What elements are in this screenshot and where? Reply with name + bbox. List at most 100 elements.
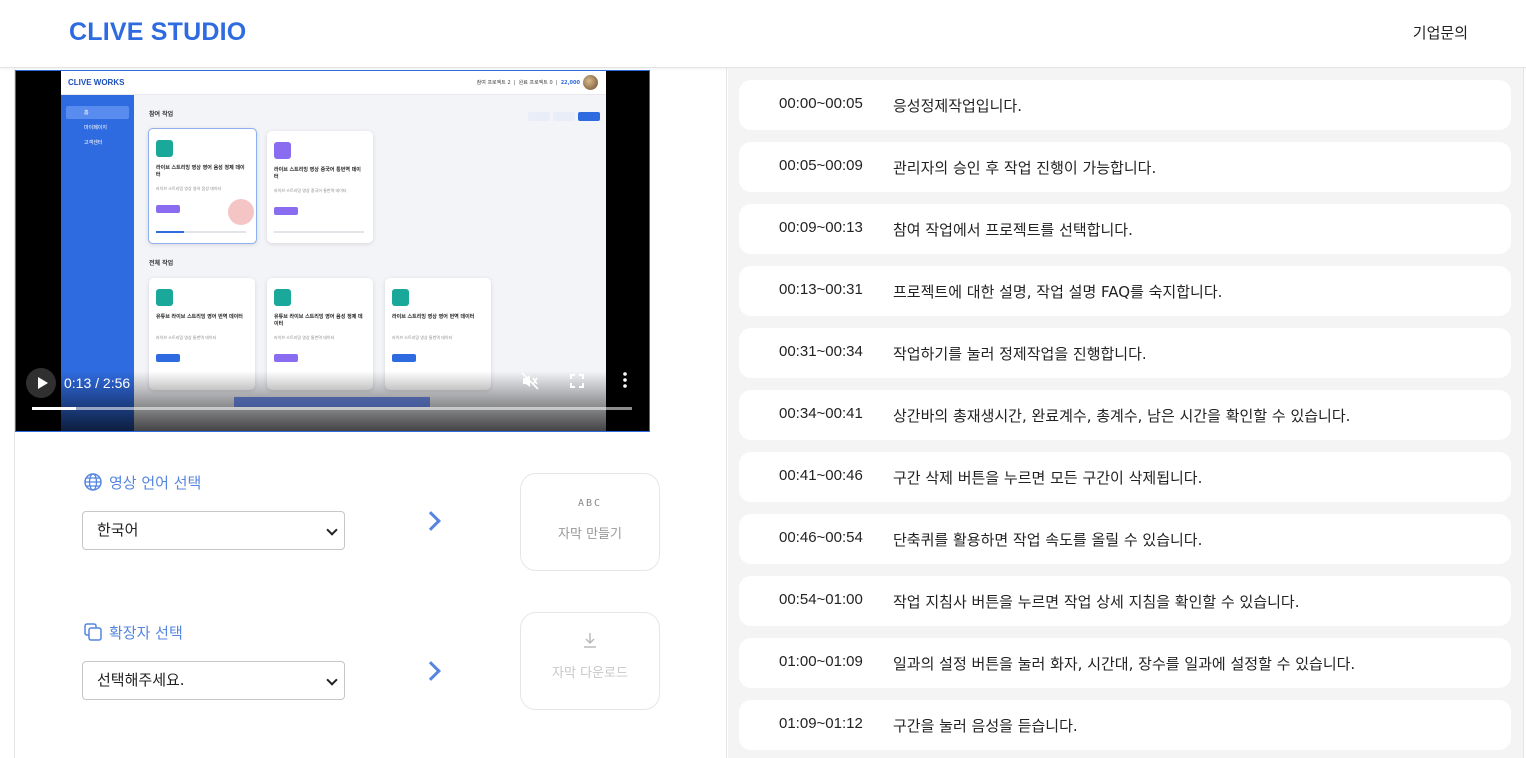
frame-avatar [583, 75, 598, 90]
frame-card-icon [274, 142, 291, 159]
subtitle-row[interactable]: 00:46~00:54 단축퀴를 활용하면 작업 속도를 올릴 수 있습니다. [739, 514, 1511, 564]
chevron-down-icon [326, 674, 338, 686]
subtitle-text: 프로젝트에 대한 설명, 작업 설명 FAQ를 숙지합니다. [893, 283, 1223, 301]
cursor-highlight [228, 199, 254, 225]
play-button[interactable] [26, 368, 56, 398]
frame-joined-count: 참여 프로젝트 2 [476, 80, 511, 86]
frame-sidebar-item: 마이페이지 [84, 125, 108, 131]
extension-select[interactable]: 선택해주세요. [82, 661, 345, 700]
subtitle-text: 관리자의 승인 후 작업 진행이 가능합니다. [893, 159, 1157, 177]
frame-card-title: 유튜브 라이브 스트리밍 영어 번역 데이터 [156, 314, 243, 320]
frame-topbar: CLIVE WORKS 참여 프로젝트 2 | 완료 프로젝트 0 | 22,0… [61, 71, 606, 95]
subtitle-text: 구간 삭제 버튼을 누르면 모든 구간이 삭제됩니다. [893, 469, 1203, 487]
extension-select-label: 확장자 선택 [83, 622, 183, 643]
subtitle-time: 00:13~00:31 [779, 281, 863, 298]
subtitle-text: 작업 지침사 버튼을 누르면 작업 상세 지침을 확인할 수 있습니다. [893, 593, 1300, 611]
brand-logo[interactable]: CLIVE STUDIO [69, 18, 246, 47]
frame-toolbar [525, 106, 600, 125]
globe-icon [84, 473, 102, 491]
subtitle-row[interactable]: 00:05~00:09 관리자의 승인 후 작업 진행이 가능합니다. [739, 142, 1511, 192]
frame-card-badge [156, 354, 180, 362]
chevron-down-icon [326, 524, 338, 536]
frame-card-desc: 라이브 스트리밍 영상 영어 음성 데이터 [156, 186, 222, 191]
subtitle-row[interactable]: 00:00~00:05 응성정제작업입니다. [739, 80, 1511, 130]
subtitle-row[interactable]: 01:09~01:12 구간을 눌러 음성을 듣습니다. [739, 700, 1511, 750]
language-label-text: 영상 언어 선택 [109, 474, 202, 492]
enterprise-inquiry-link[interactable]: 기업문의 [1413, 22, 1468, 43]
frame-card-icon [392, 289, 409, 306]
subtitle-row[interactable]: 00:41~00:46 구간 삭제 버튼을 누르면 모든 구간이 삭제됩니다. [739, 452, 1511, 502]
download-subtitles-label: 자막 다운로드 [552, 666, 628, 681]
language-select[interactable]: 한국어 [82, 511, 345, 550]
frame-card-badge [392, 354, 416, 362]
subtitle-text: 응성정제작업입니다. [893, 97, 1022, 115]
frame-credits: 22,000 [560, 80, 580, 86]
frame-card-badge [156, 205, 180, 213]
subtitle-text: 구간을 눌러 음성을 듣습니다. [893, 717, 1078, 735]
language-select-label: 영상 언어 선택 [83, 472, 201, 493]
subtitle-time: 00:05~00:09 [779, 157, 863, 174]
make-subtitles-label: 자막 만들기 [558, 527, 622, 542]
video-time: 0:13 / 2:56 [64, 375, 131, 391]
video-player[interactable]: CLIVE WORKS 참여 프로젝트 2 | 완료 프로젝트 0 | 22,0… [15, 70, 650, 432]
frame-card-badge [274, 354, 298, 362]
subtitle-time: 00:34~00:41 [779, 405, 863, 422]
frame-app-logo: CLIVE WORKS [68, 78, 125, 87]
frame-card-progress [156, 231, 246, 233]
frame-card-desc: 라이브 스트리밍 영상 통번역 데이터 [274, 335, 335, 340]
frame-card-desc: 라이브 스트리밍 영상 통번역 데이터 [156, 335, 217, 340]
frame-sidebar-item: 고객센터 [84, 140, 103, 146]
frame-sidebar-item: 홈 [66, 106, 129, 119]
download-icon [584, 633, 596, 648]
frame-project-card: 라이브 스트리밍 영상 중국어 통번역 데이터 라이브 스트리밍 영상 중국어 … [267, 131, 373, 243]
subtitle-row[interactable]: 00:31~00:34 작업하기를 눌러 정제작업을 진행합니다. [739, 328, 1511, 378]
mute-icon[interactable] [519, 372, 541, 394]
frame-card-badge [274, 207, 298, 215]
video-controls: 0:13 / 2:56 [16, 365, 649, 431]
frame-card-icon [156, 289, 173, 306]
subtitle-row[interactable]: 00:09~00:13 참여 작업에서 프로젝트를 선택합니다. [739, 204, 1511, 254]
extension-label-text: 확장자 선택 [109, 624, 183, 642]
top-header: CLIVE STUDIO 기업문의 [0, 0, 1526, 68]
subtitle-time: 00:09~00:13 [779, 219, 863, 236]
frame-done-count: 완료 프로젝트 0 [518, 80, 553, 86]
subtitle-row[interactable]: 01:00~01:09 일과의 설정 버튼을 눌러 화자, 시간대, 장수를 일과… [739, 638, 1511, 688]
fullscreen-icon[interactable] [566, 372, 588, 394]
subtitle-row[interactable]: 00:54~01:00 작업 지침사 버튼을 누르면 작업 상세 지침을 확인할 … [739, 576, 1511, 626]
frame-card-title: 유튜브 라이브 스트리밍 영어 음성 정제 데이터 [274, 314, 363, 327]
subtitle-time: 01:09~01:12 [779, 715, 863, 732]
frame-project-card: 라이브 스트리밍 영상 영어 음성 정제 데이터 라이브 스트리밍 영상 영어 … [148, 128, 257, 244]
make-subtitles-button[interactable]: ABC 자막 만들기 [520, 473, 660, 571]
subtitle-row[interactable]: 00:13~00:31 프로젝트에 대한 설명, 작업 설명 FAQ를 숙지합니다… [739, 266, 1511, 316]
frame-card-desc: 라이브 스트리밍 영상 중국어 통번역 데이터 [274, 188, 347, 193]
subtitle-text: 작업하기를 눌러 정제작업을 진행합니다. [893, 345, 1147, 363]
frame-card-title: 라이브 스트리밍 영상 영어 음성 정제 데이터 [156, 165, 245, 178]
subtitle-time: 01:00~01:09 [779, 653, 863, 670]
abc-icon: ABC [577, 498, 603, 509]
subtitle-row[interactable]: 00:34~00:41 상간바의 총재생시간, 완료계수, 총계수, 남은 시간을… [739, 390, 1511, 440]
frame-card-title: 라이브 스트리밍 영상 영어 번역 데이터 [392, 314, 475, 320]
subtitle-text: 상간바의 총재생시간, 완료계수, 총계수, 남은 시간을 확인할 수 있습니다… [893, 407, 1351, 425]
subtitle-text: 단축퀴를 활용하면 작업 속도를 올릴 수 있습니다. [893, 531, 1203, 549]
subtitle-time: 00:54~01:00 [779, 591, 863, 608]
frame-card-icon [156, 140, 173, 157]
language-select-value: 한국어 [97, 521, 139, 539]
frame-section-joined: 참여 작업 [149, 111, 174, 118]
frame-topbar-stats: 참여 프로젝트 2 | 완료 프로젝트 0 | 22,000 [476, 80, 580, 86]
subtitle-time: 00:00~00:05 [779, 95, 863, 112]
extension-select-value: 선택해주세요. [97, 671, 185, 689]
subtitle-text: 참여 작업에서 프로젝트를 선택합니다. [893, 221, 1133, 239]
frame-card-title: 라이브 스트리밍 영상 중국어 통번역 데이터 [274, 167, 361, 180]
subtitle-time: 00:46~00:54 [779, 529, 863, 546]
download-subtitles-button[interactable]: 자막 다운로드 [520, 612, 660, 710]
more-options-icon[interactable] [614, 372, 636, 394]
frame-section-all: 전체 작업 [149, 260, 174, 267]
subtitle-time: 00:31~00:34 [779, 343, 863, 360]
copy-files-icon [84, 623, 102, 641]
video-progress-bar[interactable] [32, 407, 632, 410]
frame-card-progress [274, 231, 364, 233]
subtitle-text: 일과의 설정 버튼을 눌러 화자, 시간대, 장수를 일과에 설정할 수 있습니… [893, 655, 1356, 673]
subtitle-list: 00:00~00:05 응성정제작업입니다. 00:05~00:09 관리자의 승인 … [728, 68, 1524, 758]
video-progress-fill [32, 407, 77, 410]
subtitle-time: 00:41~00:46 [779, 467, 863, 484]
